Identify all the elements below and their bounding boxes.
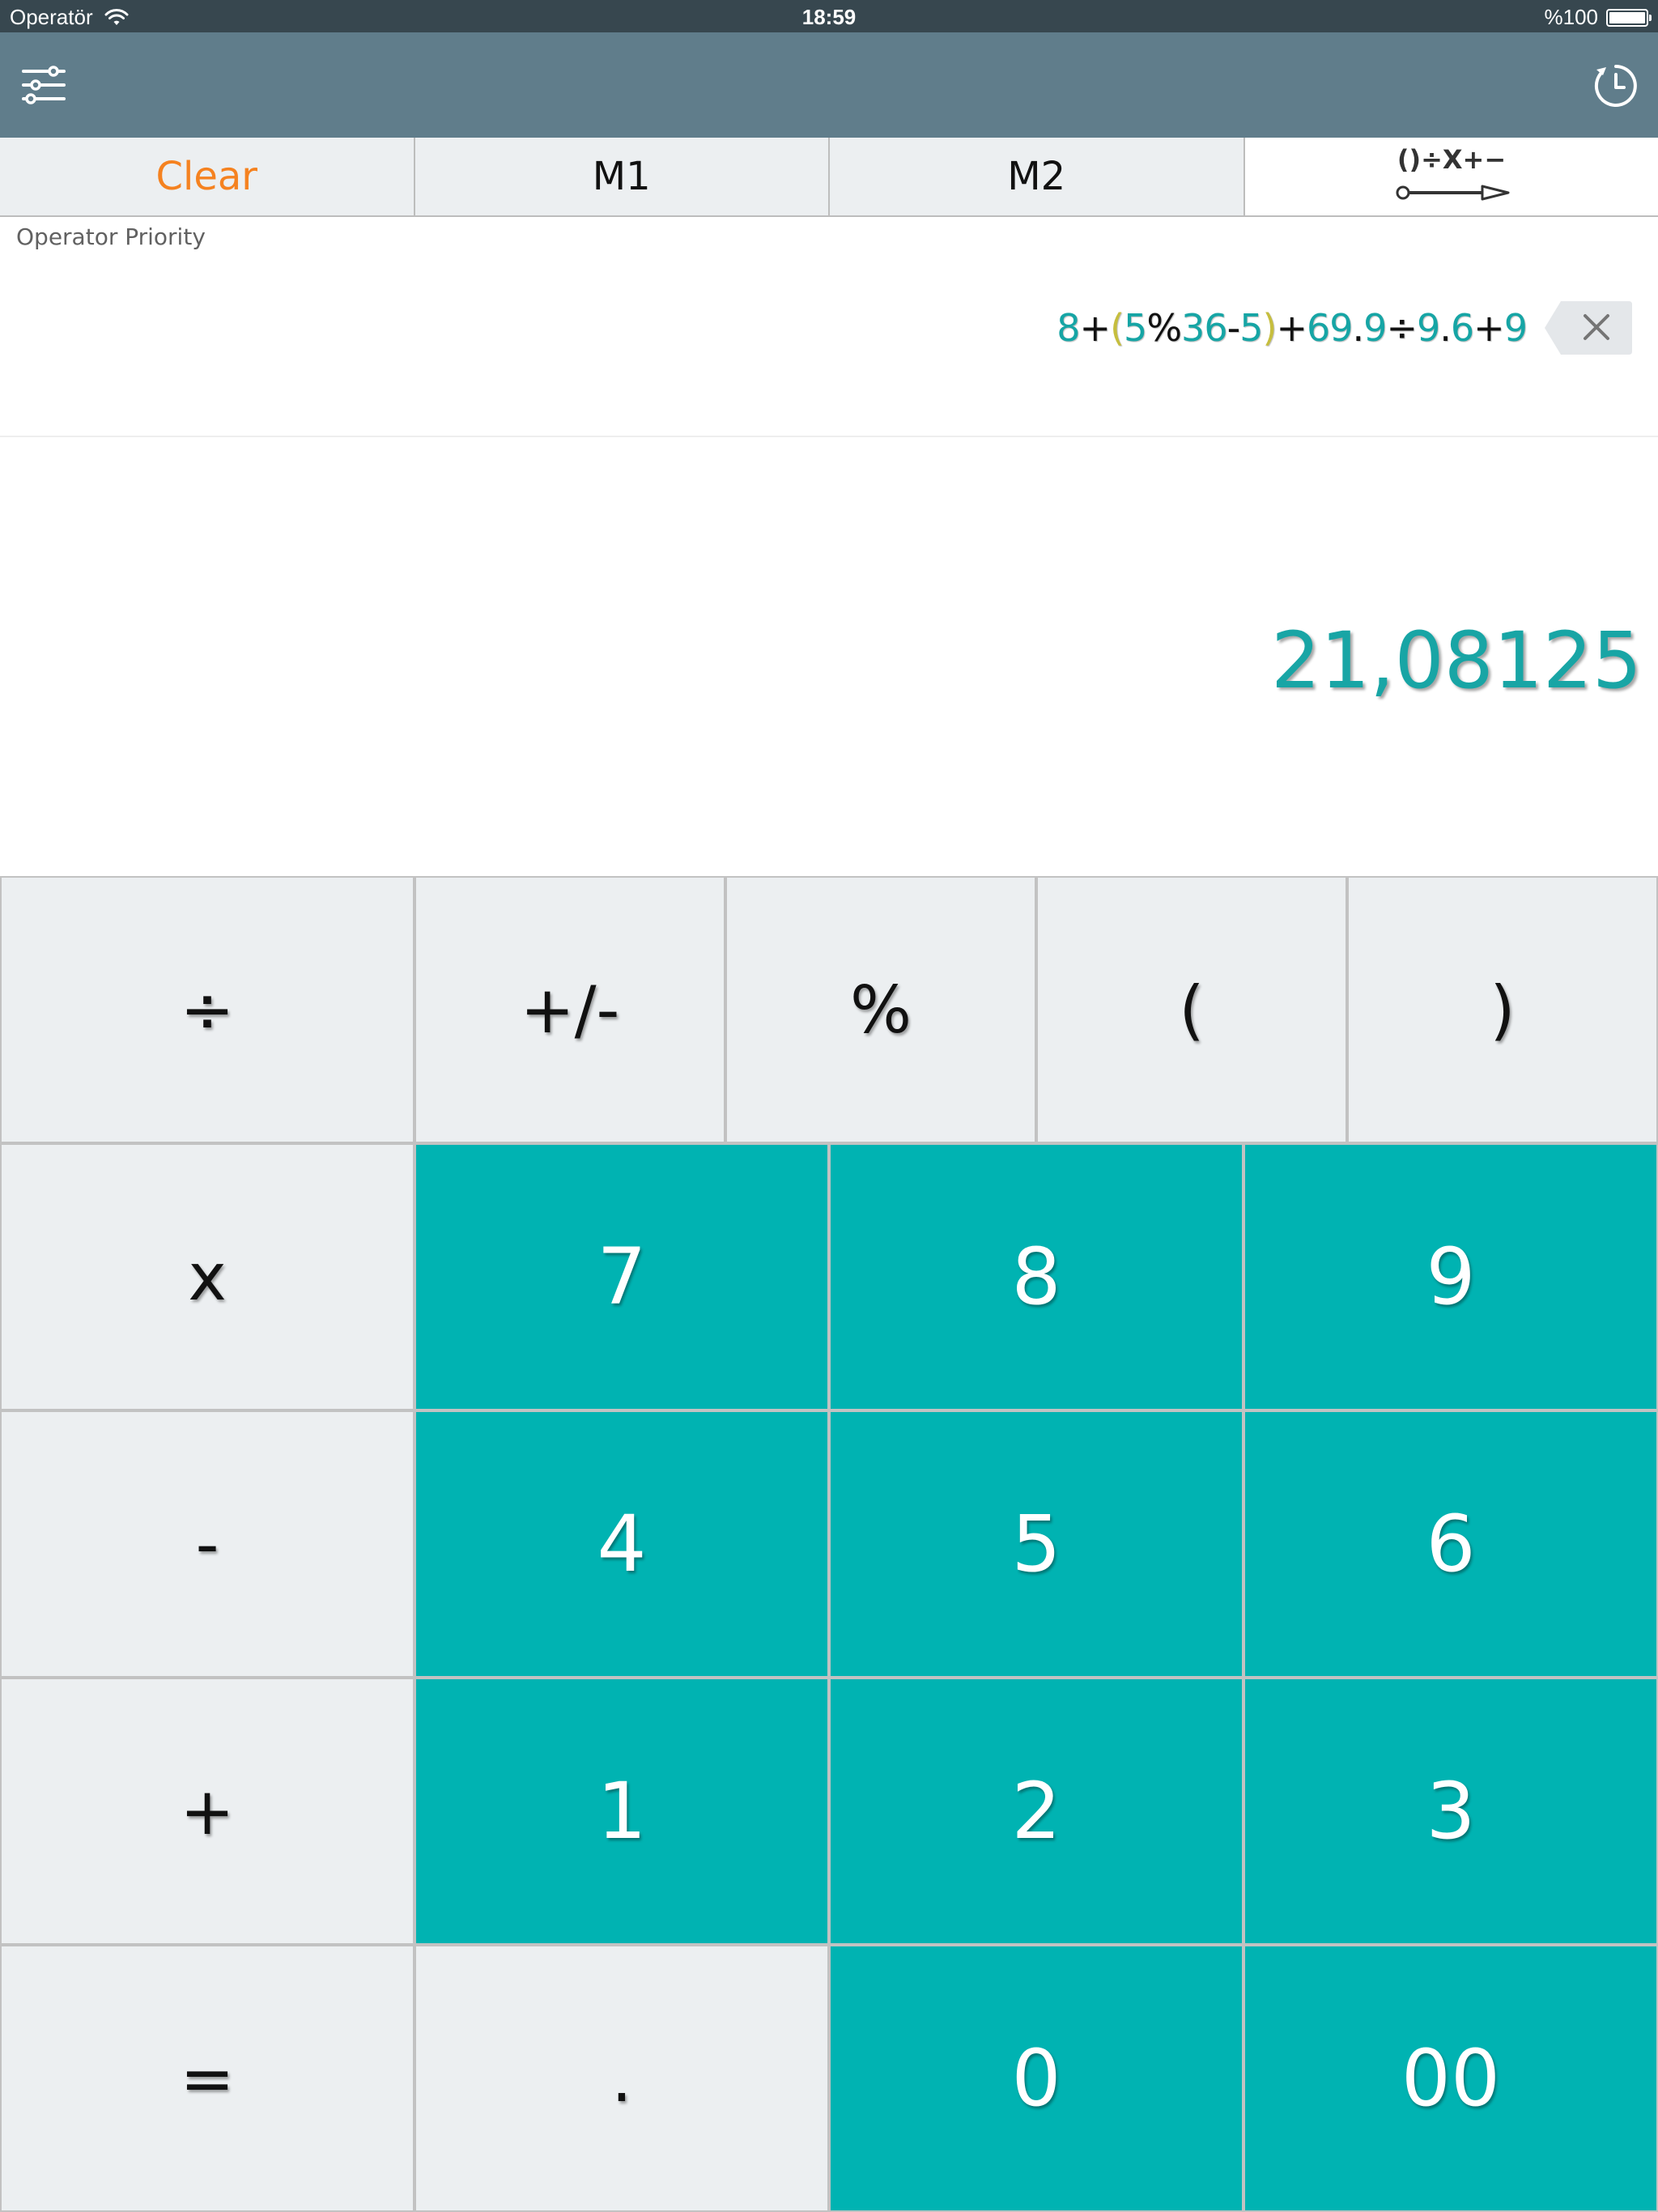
digit-4-key[interactable]: 4 [414,1410,829,1678]
expression-token: ÷ [1386,306,1418,350]
multiply-key[interactable]: x [0,1143,414,1410]
digit-3-key-label: 3 [1426,1766,1476,1857]
expression-token: . [1352,306,1365,350]
plus-key-label: + [180,1773,235,1849]
digit-8-key[interactable]: 8 [829,1143,1244,1410]
minus-key-label: - [195,1506,219,1582]
percent-key-label: % [849,972,912,1048]
expression-token: 6 [1450,306,1474,350]
double-zero-key-label: 00 [1401,2033,1501,2124]
digit-1-key[interactable]: 1 [414,1678,829,1945]
open-paren-key[interactable]: ( [1036,876,1347,1143]
digit-5-key[interactable]: 5 [829,1410,1244,1678]
sign-toggle-key[interactable]: +/- [414,876,725,1143]
digit-7-key[interactable]: 7 [414,1143,829,1410]
expression-row: 8+(5%36-5)+69.9÷9.6+9 [1056,300,1634,356]
expression-token: % [1146,306,1182,350]
equals-key-label: = [180,2040,235,2116]
history-button[interactable] [1592,62,1640,110]
percent-key[interactable]: % [725,876,1036,1143]
digit-4-key-label: 4 [597,1499,647,1589]
expression-token: ) [1262,306,1277,350]
open-paren-key-label: ( [1179,972,1205,1048]
expression-token: 8 [1056,306,1080,350]
expression-token: ( [1110,306,1124,350]
digit-2-key-label: 2 [1011,1766,1061,1857]
sign-toggle-key-label: +/- [520,972,620,1048]
expression-token: 5 [1124,306,1147,350]
digit-6-key-label: 6 [1426,1499,1476,1589]
expression-token: 9 [1503,306,1528,350]
battery-percent: %100 [1544,5,1599,29]
minus-key[interactable]: - [0,1410,414,1678]
digit-7-key-label: 7 [597,1231,647,1322]
double-zero-key[interactable]: 00 [1244,1945,1658,2212]
battery-icon [1606,8,1652,27]
expression-token: - [1226,306,1241,350]
memory-row: Clear M1 M2 ()÷X+− [0,138,1658,217]
m2-button[interactable]: M2 [830,138,1245,215]
digit-1-key-label: 1 [597,1766,647,1857]
digit-5-key-label: 5 [1011,1499,1061,1589]
backspace-button[interactable] [1543,300,1634,356]
result-display: 21,08125 [1270,615,1642,706]
expression-token: 36 [1181,306,1228,350]
expression-token: + [1473,306,1505,350]
digit-0-key-label: 0 [1011,2033,1061,2124]
backspace-icon [1545,301,1632,355]
expression-token: . [1439,306,1452,350]
decimal-key[interactable]: . [414,1945,829,2212]
expression-token: 5 [1239,306,1263,350]
close-paren-key-label: ) [1490,972,1516,1048]
close-paren-key[interactable]: ) [1347,876,1658,1143]
decimal-key-label: . [611,2040,632,2116]
digit-9-key-label: 9 [1426,1231,1476,1322]
equals-key[interactable]: = [0,1945,414,2212]
digit-6-key[interactable]: 6 [1244,1410,1658,1678]
operator-order-icon: ()÷X+− [1396,144,1510,201]
settings-button[interactable] [21,65,66,105]
mode-label: Operator Priority [16,223,206,250]
status-time: 18:59 [801,5,857,29]
divide-key[interactable]: ÷ [0,876,414,1143]
divide-key-label: ÷ [180,972,235,1048]
digit-9-key[interactable]: 9 [1244,1143,1658,1410]
top-toolbar [0,32,1658,138]
sliders-icon [22,66,66,104]
digit-2-key[interactable]: 2 [829,1678,1244,1945]
digit-0-key[interactable]: 0 [829,1945,1244,2212]
expression-text: 8+(5%36-5)+69.9÷9.6+9 [1056,306,1528,350]
clear-button[interactable]: Clear [0,138,415,215]
operator-order-button[interactable]: ()÷X+− [1244,138,1658,215]
plus-key[interactable]: + [0,1678,414,1945]
expression-token: 9 [1363,306,1387,350]
history-clock-icon [1594,65,1637,107]
battery-group: %100 [1544,5,1652,30]
digit-3-key[interactable]: 3 [1244,1678,1658,1945]
display-divider [0,436,1658,437]
multiply-key-label: x [188,1239,227,1315]
digit-8-key-label: 8 [1011,1231,1061,1322]
operator-order-icon-text: ()÷X+− [1397,144,1506,175]
expression-token: 9 [1416,306,1440,350]
expression-token: + [1276,306,1307,350]
m1-button[interactable]: M1 [414,138,830,215]
status-bar: Operatör 18:59 %100 [0,0,1658,32]
expression-token: + [1079,306,1112,350]
expression-token: 69 [1306,306,1354,350]
keypad: ÷ +/-%() x 7 8 9-4 5 6 +1 2 3 =. 0 00 [0,876,1658,2212]
